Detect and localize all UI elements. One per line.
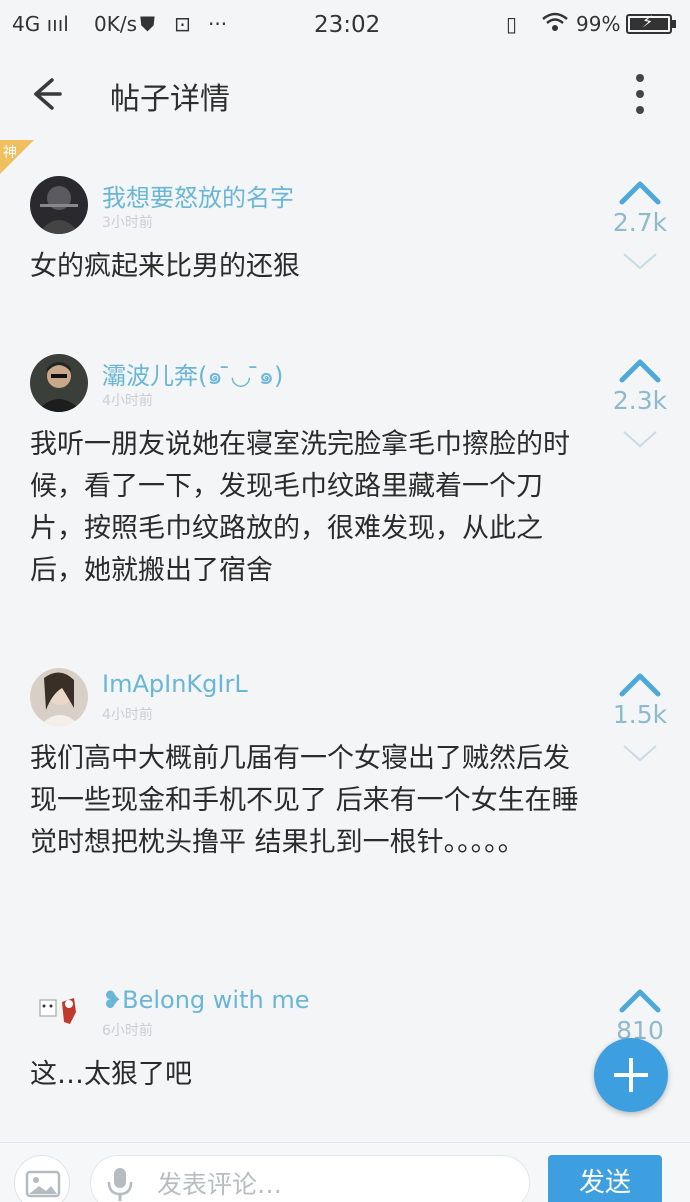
microphone-icon[interactable]	[103, 1164, 137, 1202]
comment-input-wrapper	[90, 1155, 530, 1202]
avatar[interactable]	[30, 176, 88, 234]
comment-text: 我们高中大概前几届有一个女寝出了贼然后发现一些现金和手机不见了 后来有一个女生在…	[30, 743, 579, 858]
upvote-chevron-icon[interactable]	[618, 984, 662, 1014]
arrow-left-icon	[34, 78, 62, 110]
comment-time: 6小时前	[102, 1023, 153, 1039]
downvote-chevron-icon[interactable]	[620, 248, 660, 272]
comment-text: 我听一朋友说她在寝室洗完脸拿毛巾擦脸的时候，看了一下，发现毛巾纹路里藏着一个刀片…	[30, 429, 570, 586]
vibrate-icon: ▯	[506, 12, 518, 36]
vote-count: 2.3k	[612, 386, 668, 415]
username[interactable]: 我想要怒放的名字	[102, 178, 294, 213]
avatar[interactable]	[30, 984, 88, 1042]
vote-widget: 1.5k	[600, 668, 680, 778]
upvote-chevron-icon[interactable]	[618, 176, 662, 206]
add-comment-fab[interactable]	[594, 1038, 668, 1112]
username[interactable]: ImApInKgIrL	[102, 670, 248, 698]
username[interactable]: ❥Belong with me	[102, 986, 309, 1014]
back-button[interactable]	[22, 70, 70, 118]
avatar[interactable]	[30, 354, 88, 412]
comment-bar: 发送	[0, 1142, 690, 1202]
vote-widget: 2.3k	[600, 354, 680, 464]
network-speed: 0K/s	[94, 12, 137, 36]
comment-item: 我想要怒放的名字 3小时前 女的疯起来比男的还狠 2.7k	[0, 176, 690, 296]
avatar[interactable]	[30, 668, 88, 726]
god-comment-badge: 神	[0, 140, 34, 174]
app-header: 帖子详情	[0, 48, 690, 140]
post-detail-screen: 4G ıııl 0K/s ⛊ ⊡ ··· 23:02 ▯ 99% ⚡ 帖子详情 …	[0, 0, 690, 1202]
comment-time: 3小时前	[102, 215, 153, 231]
image-icon	[25, 1170, 61, 1198]
clock: 23:02	[314, 12, 381, 38]
signal-indicator: 4G ıııl	[12, 12, 69, 36]
vote-count: 2.7k	[612, 208, 668, 237]
shield-icon: ⛊	[140, 12, 155, 36]
image-picker-button[interactable]	[14, 1155, 70, 1202]
comment-input[interactable]	[157, 1166, 517, 1202]
comment-item: ImApInKgIrL 4小时前 我们高中大概前几届有一个女寝出了贼然后发现一些…	[0, 668, 690, 908]
comment-item: ❥Belong with me 6小时前 这…太狠了吧 810	[0, 984, 690, 1094]
vote-count: 1.5k	[612, 700, 668, 729]
save-icon: ⊡	[174, 12, 191, 36]
more-notifications-icon: ···	[208, 12, 228, 36]
battery-percent: 99%	[576, 12, 621, 36]
downvote-chevron-icon[interactable]	[620, 740, 660, 764]
comment-text: 这…太狠了吧	[30, 1059, 192, 1090]
upvote-chevron-icon[interactable]	[618, 668, 662, 698]
downvote-chevron-icon[interactable]	[620, 426, 660, 450]
more-vertical-icon	[636, 74, 644, 82]
send-button[interactable]: 发送	[548, 1155, 662, 1202]
upvote-chevron-icon[interactable]	[618, 354, 662, 384]
comment-text: 女的疯起来比男的还狠	[30, 251, 300, 282]
page-title: 帖子详情	[110, 82, 230, 117]
comment-time: 4小时前	[102, 707, 153, 723]
vote-widget: 2.7k	[600, 176, 680, 286]
wifi-icon	[542, 12, 568, 37]
battery-icon: ⚡	[626, 12, 676, 34]
status-bar: 4G ıııl 0K/s ⛊ ⊡ ··· 23:02 ▯ 99% ⚡	[0, 0, 690, 48]
comment-item: 灞波儿奔(๑ ̄◡ ̄๑) 4小时前 我听一朋友说她在寝室洗完脸拿毛巾擦脸的时候…	[0, 354, 690, 604]
more-options-button[interactable]	[620, 68, 660, 120]
comment-time: 4小时前	[102, 393, 153, 409]
